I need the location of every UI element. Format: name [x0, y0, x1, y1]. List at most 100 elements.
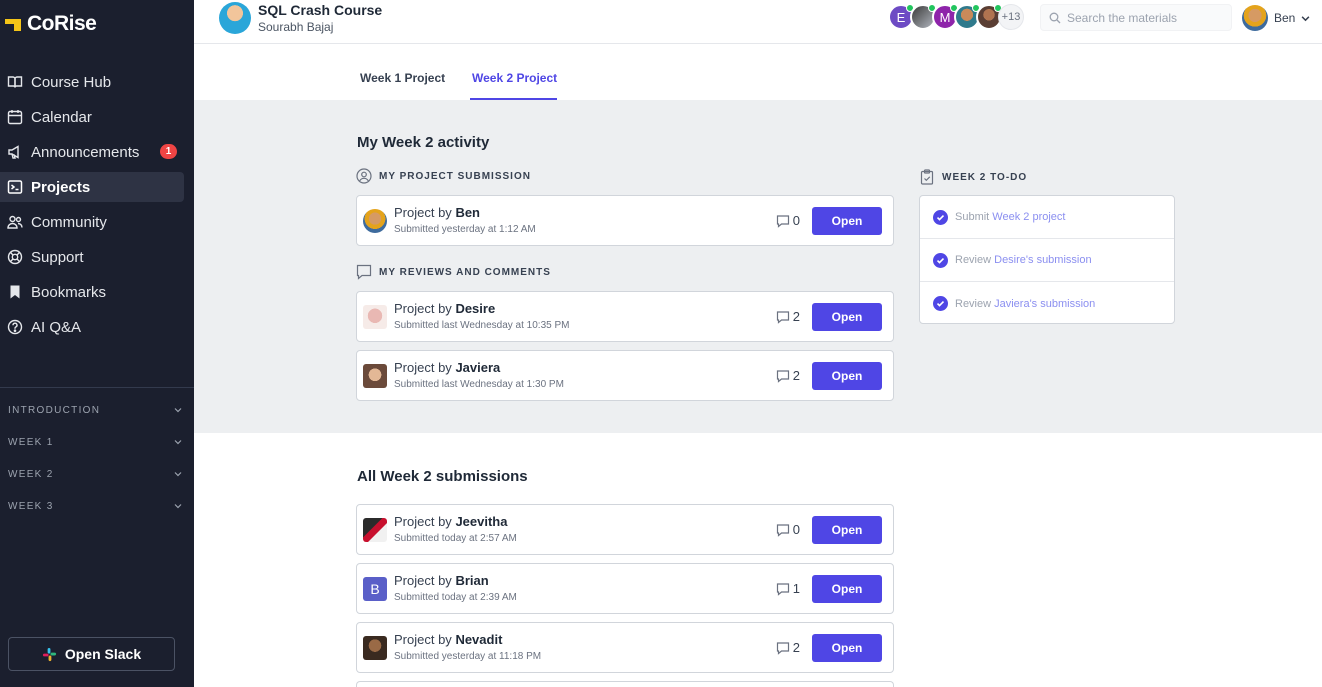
terminal-icon	[7, 180, 23, 194]
search-icon	[1049, 12, 1061, 23]
todo-item[interactable]: Submit Week 2 project	[920, 196, 1174, 239]
logo-text: CoRise	[27, 12, 97, 35]
my-submission-card[interactable]: Project by Ben Submitted yesterday at 1:…	[356, 195, 894, 246]
section-label: WEEK 3	[8, 500, 54, 512]
section-label: WEEK 1	[8, 436, 54, 448]
logo-mark-icon	[5, 16, 21, 32]
submitter-avatar	[363, 364, 387, 388]
slack-icon	[42, 647, 56, 661]
submission-card-brian[interactable]: B Project by Brian Submitted today at 2:…	[356, 563, 894, 614]
open-button[interactable]: Open	[812, 634, 882, 662]
submission-card-partial[interactable]	[356, 681, 894, 687]
my-reviews-label: MY REVIEWS AND COMMENTS	[356, 264, 551, 280]
people-icon	[7, 215, 23, 229]
check-circle-icon	[933, 252, 948, 268]
section-introduction[interactable]: INTRODUCTION	[8, 402, 182, 418]
sidebar-item-label: Projects	[31, 178, 91, 196]
submission-time: Submitted today at 2:57 AM	[394, 533, 517, 544]
submitter-avatar	[363, 209, 387, 233]
comment-icon	[776, 582, 789, 596]
submission-time: Submitted last Wednesday at 1:30 PM	[394, 379, 564, 390]
sidebar-item-course-hub[interactable]: Course Hub	[0, 67, 184, 97]
section-week-3[interactable]: WEEK 3	[8, 498, 182, 514]
instructor-avatar	[219, 2, 251, 34]
chevron-down-icon	[1301, 15, 1310, 21]
user-menu[interactable]: Ben	[1242, 5, 1310, 31]
sidebar: CoRise Course Hub Calendar Announcements…	[0, 0, 194, 687]
comment-icon	[776, 310, 789, 324]
all-submissions-title: All Week 2 submissions	[357, 468, 528, 485]
todo-label: WEEK 2 TO-DO	[919, 169, 1027, 185]
sidebar-item-announcements[interactable]: Announcements 1	[0, 137, 184, 167]
project-title: Project by Javiera	[394, 360, 501, 375]
question-icon	[7, 319, 23, 335]
section-week-1[interactable]: WEEK 1	[8, 434, 182, 450]
submitter-avatar	[363, 305, 387, 329]
sidebar-item-label: Support	[31, 248, 84, 266]
announcements-badge: 1	[160, 144, 177, 159]
sidebar-item-bookmarks[interactable]: Bookmarks	[0, 277, 184, 307]
sidebar-item-support[interactable]: Support	[0, 242, 184, 272]
top-header: SQL Crash Course Sourabh Bajaj E M +13 B…	[194, 0, 1322, 44]
todo-item[interactable]: Review Javiera's submission	[920, 282, 1174, 325]
online-members[interactable]: E M +13	[888, 4, 1024, 30]
open-button[interactable]: Open	[812, 516, 882, 544]
comment-count: 0	[776, 522, 800, 537]
calendar-icon	[7, 110, 23, 125]
search-input[interactable]	[1067, 10, 1227, 25]
open-slack-label: Open Slack	[64, 646, 142, 662]
sidebar-item-ai-qa[interactable]: AI Q&A	[0, 312, 184, 342]
project-title: Project by Nevadit	[394, 632, 503, 647]
review-card-desire[interactable]: Project by Desire Submitted last Wednesd…	[356, 291, 894, 342]
sidebar-item-projects[interactable]: Projects	[0, 172, 184, 202]
todo-link[interactable]: Javiera's submission	[994, 298, 1095, 310]
submission-card-jeevitha[interactable]: Project by Jeevitha Submitted today at 2…	[356, 504, 894, 555]
project-title: Project by Desire	[394, 301, 496, 316]
sidebar-item-label: Bookmarks	[31, 283, 107, 301]
section-label: INTRODUCTION	[8, 404, 101, 416]
more-members-count[interactable]: +13	[998, 4, 1024, 30]
open-button[interactable]: Open	[812, 303, 882, 331]
sidebar-item-community[interactable]: Community	[0, 207, 184, 237]
todo-item[interactable]: Review Desire's submission	[920, 239, 1174, 282]
activity-title: My Week 2 activity	[357, 134, 490, 151]
submission-time: Submitted yesterday at 1:12 AM	[394, 224, 536, 235]
comment-icon	[776, 523, 789, 537]
chevron-down-icon	[174, 440, 182, 445]
comment-count: 2	[776, 309, 800, 324]
todo-list: Submit Week 2 project Review Desire's su…	[919, 195, 1175, 324]
user-avatar	[1242, 5, 1268, 31]
section-week-2[interactable]: WEEK 2	[8, 466, 182, 482]
lifebuoy-icon	[7, 249, 23, 265]
megaphone-icon	[8, 145, 19, 159]
comment-count: 0	[776, 213, 800, 228]
corise-logo[interactable]: CoRise	[5, 12, 97, 36]
project-title: Project by Ben	[394, 205, 480, 220]
tab-week-1-project[interactable]: Week 1 Project	[360, 71, 445, 85]
comment-icon	[776, 369, 789, 383]
sidebar-item-calendar[interactable]: Calendar	[0, 102, 184, 132]
review-card-javiera[interactable]: Project by Javiera Submitted last Wednes…	[356, 350, 894, 401]
comment-icon	[776, 214, 789, 228]
book-icon	[7, 76, 23, 88]
check-circle-icon	[933, 296, 948, 311]
open-button[interactable]: Open	[812, 575, 882, 603]
project-title: Project by Jeevitha	[394, 514, 508, 529]
submission-card-nevadit[interactable]: Project by Nevadit Submitted yesterday a…	[356, 622, 894, 673]
submitter-avatar: B	[363, 577, 387, 601]
clipboard-check-icon	[920, 169, 934, 185]
comment-count: 2	[776, 368, 800, 383]
submitter-avatar	[363, 636, 387, 660]
comment-count: 2	[776, 640, 800, 655]
open-button[interactable]: Open	[812, 362, 882, 390]
todo-link[interactable]: Desire's submission	[994, 254, 1091, 266]
comment-count: 1	[776, 581, 800, 596]
sidebar-divider	[0, 387, 194, 388]
tab-week-2-project[interactable]: Week 2 Project	[472, 71, 557, 85]
open-button[interactable]: Open	[812, 207, 882, 235]
submission-time: Submitted today at 2:39 AM	[394, 592, 517, 603]
search-box[interactable]	[1040, 4, 1232, 31]
open-slack-button[interactable]: Open Slack	[8, 637, 175, 671]
todo-link[interactable]: Week 2 project	[992, 211, 1065, 223]
submission-time: Submitted last Wednesday at 10:35 PM	[394, 320, 570, 331]
